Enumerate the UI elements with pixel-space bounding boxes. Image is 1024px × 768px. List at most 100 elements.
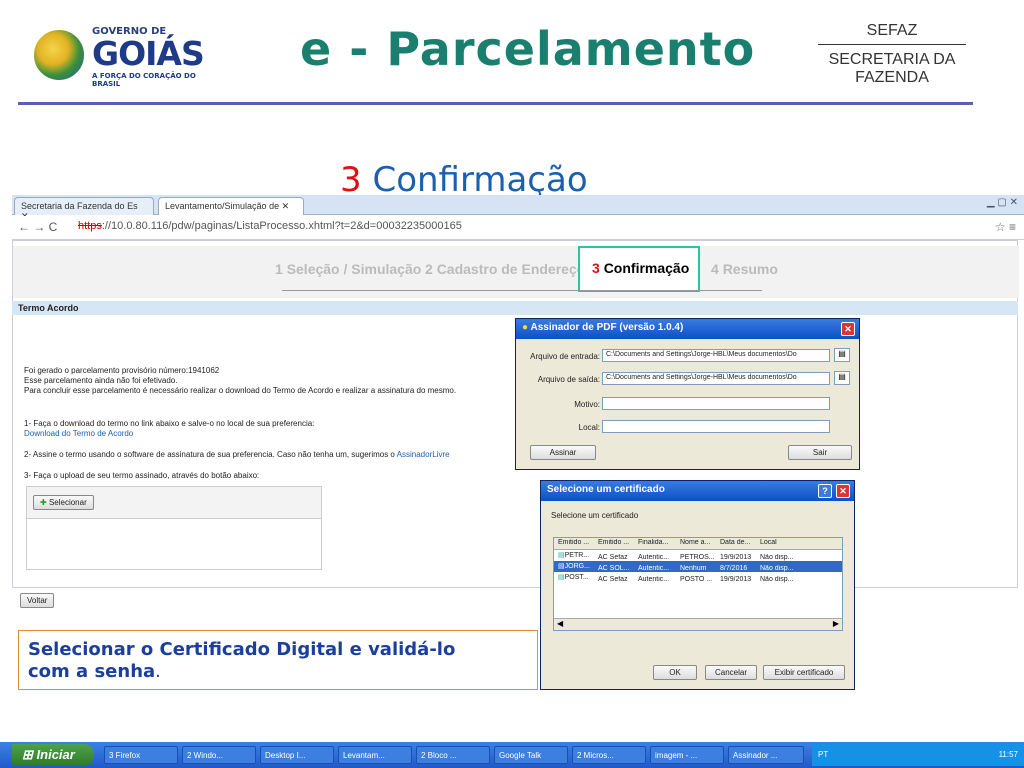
- callout-period: .: [155, 661, 161, 682]
- step-2-label: Cadastro de Endereço: [436, 261, 586, 277]
- url-scheme: https: [78, 220, 102, 232]
- item-2: 2- Assine o termo usando o software de a…: [24, 450, 504, 460]
- help-icon[interactable]: ?: [818, 484, 832, 498]
- cell: Não disp...: [760, 565, 794, 572]
- star-menu-icon[interactable]: ☆ ≡: [995, 220, 1016, 234]
- close-icon[interactable]: ✕: [836, 484, 850, 498]
- sign-button[interactable]: Assinar: [530, 445, 596, 460]
- url-path: ://10.0.80.116/pdw/paginas/ListaProcesso…: [101, 220, 462, 232]
- cell: ▤PETR...: [558, 551, 598, 561]
- input-file-field[interactable]: C:\Documents and Settings\Jorge-HBL\Meus…: [602, 349, 830, 362]
- input-file-label: Arquivo de entrada:: [530, 352, 600, 361]
- cell: Autentic...: [638, 576, 670, 583]
- step-1-label: Seleção / Simulação: [286, 261, 422, 277]
- col-header: Emitido ...: [598, 539, 630, 546]
- exit-button[interactable]: Sair: [788, 445, 852, 460]
- col-header: Emitido ...: [558, 539, 590, 546]
- section-title: Termo Acordo: [12, 301, 1018, 315]
- item-1-text: 1- Faça o download do termo no link abai…: [24, 419, 315, 428]
- horizontal-scrollbar[interactable]: ◀ ▶: [554, 618, 842, 630]
- table-header: Emitido ... Emitido ... Finalida... Nome a.…: [554, 538, 842, 550]
- cell: Autentic...: [638, 565, 670, 572]
- intro-line-2: Esse parcelamento ainda não foi efetivad…: [24, 376, 178, 385]
- signer-titlebar: ● Assinador de PDF (versão 1.0.4) ✕: [516, 319, 859, 339]
- show-certificate-button[interactable]: Exibir certificado: [763, 665, 845, 680]
- cell: AC Sefaz: [598, 576, 628, 583]
- cancel-button[interactable]: Cancelar: [705, 665, 757, 680]
- language-indicator[interactable]: PT: [818, 750, 828, 759]
- cell: PETROS...: [680, 554, 715, 561]
- signer-title: Assinador de PDF (versão 1.0.4): [530, 322, 684, 333]
- col-header: Nome a...: [680, 539, 711, 546]
- step-4-label: Resumo: [722, 261, 778, 277]
- certificate-table: Emitido ... Emitido ... Finalida... Nome a.…: [553, 537, 843, 631]
- col-header: Finalida...: [638, 539, 669, 546]
- assinador-link[interactable]: AssinadorLivre: [397, 450, 450, 459]
- nav-arrows-icon[interactable]: ← → C: [18, 220, 57, 234]
- col-header: Local: [760, 539, 777, 546]
- browse-output-icon[interactable]: ▤: [834, 371, 850, 385]
- item-1: 1- Faça o download do termo no link abai…: [24, 419, 504, 439]
- browse-input-icon[interactable]: ▤: [834, 348, 850, 362]
- windows-taskbar: ⊞ Iniciar 3 Firefox 2 Windo... Desktop I…: [0, 742, 1024, 768]
- col-header: Data de...: [720, 539, 751, 546]
- cell-text: POST...: [564, 574, 589, 581]
- taskbar-item[interactable]: 2 Windo...: [182, 746, 256, 764]
- motivo-field[interactable]: [602, 397, 830, 410]
- address-field[interactable]: https://10.0.80.116/pdw/paginas/ListaPro…: [78, 220, 998, 236]
- scroll-left-icon[interactable]: ◀: [554, 619, 566, 628]
- cell-text: PETR...: [564, 552, 590, 559]
- taskbar-item[interactable]: Levantam...: [338, 746, 412, 764]
- cell: Nenhum: [680, 565, 707, 572]
- step-3-number: 3: [592, 260, 600, 276]
- cell: AC SOL...: [598, 565, 630, 572]
- step-heading-number: 3: [340, 160, 362, 200]
- output-file-field[interactable]: C:\Documents and Settings\Jorge-HBL\Meus…: [602, 372, 830, 385]
- taskbar-item[interactable]: Google Talk: [494, 746, 568, 764]
- step-4-number: 4: [711, 261, 719, 277]
- step-3-label: Confirmação: [603, 260, 690, 276]
- step-2-number: 2: [425, 261, 433, 277]
- taskbar-item[interactable]: Desktop I...: [260, 746, 334, 764]
- certificate-dialog: Selecione um certificado ? ✕ Selecione u…: [540, 480, 855, 690]
- cell-text: JORG...: [564, 563, 590, 570]
- output-file-label: Arquivo de saída:: [537, 375, 600, 384]
- table-row[interactable]: ▤PETR... AC Sefaz Autentic... PETROS... 19/9…: [554, 550, 842, 561]
- cell: ▤POST...: [558, 573, 598, 583]
- step-4: 4 Resumo: [711, 261, 778, 277]
- window-controls[interactable]: ▁ ▢ ✕: [987, 197, 1018, 208]
- cert-icon: ▤: [558, 574, 565, 581]
- select-button[interactable]: ✚ Selecionar: [33, 495, 94, 510]
- browser-tab-2[interactable]: Levantamento/Simulação de ✕: [158, 197, 304, 215]
- taskbar-item[interactable]: Assinador ...: [728, 746, 804, 764]
- start-label: Iniciar: [36, 747, 75, 762]
- sefaz-fullname: SECRETARIA DA FAZENDA: [828, 51, 956, 86]
- step-3-highlight: 3 Confirmação: [578, 246, 700, 292]
- taskbar-item[interactable]: 3 Firefox: [104, 746, 178, 764]
- upload-toolbar: ✚ Selecionar: [27, 487, 321, 519]
- local-field[interactable]: [602, 420, 830, 433]
- close-icon[interactable]: ✕: [841, 322, 855, 336]
- scroll-right-icon[interactable]: ▶: [833, 619, 839, 628]
- step-2: 2 Cadastro de Endereço: [425, 261, 585, 277]
- table-row-selected[interactable]: ▤JORG... AC SOL... Autentic... Nenhum 8/7/20…: [554, 561, 842, 572]
- cert-icon: ▤: [558, 552, 565, 559]
- slide-title: e - Parcelamento: [300, 22, 756, 76]
- step-1: 1 Seleção / Simulação: [275, 261, 421, 277]
- start-button[interactable]: ⊞ Iniciar: [12, 744, 94, 766]
- download-link[interactable]: Download do Termo de Acordo: [24, 429, 504, 439]
- ok-button[interactable]: OK: [653, 665, 697, 680]
- clock: 11:57: [998, 750, 1018, 759]
- cell: 19/9/2013: [720, 576, 752, 583]
- logo-goias: GOIÁS: [92, 34, 205, 73]
- browser-tab-1[interactable]: Secretaria da Fazenda do Es ✕: [14, 197, 154, 221]
- cell: AC Sefaz: [598, 554, 628, 561]
- step-3: 3 Confirmação: [592, 260, 689, 276]
- back-button[interactable]: Voltar: [20, 593, 55, 608]
- intro-text: Foi gerado o parcelamento provisório núm…: [24, 366, 504, 396]
- taskbar-item[interactable]: 2 Micros...: [572, 746, 646, 764]
- step-heading: 3 Confirmação: [340, 160, 588, 200]
- table-row[interactable]: ▤POST... AC Sefaz Autentic... POSTO ... 19/9…: [554, 572, 842, 583]
- taskbar-item[interactable]: imagem - ...: [650, 746, 724, 764]
- taskbar-item[interactable]: 2 Bloco ...: [416, 746, 490, 764]
